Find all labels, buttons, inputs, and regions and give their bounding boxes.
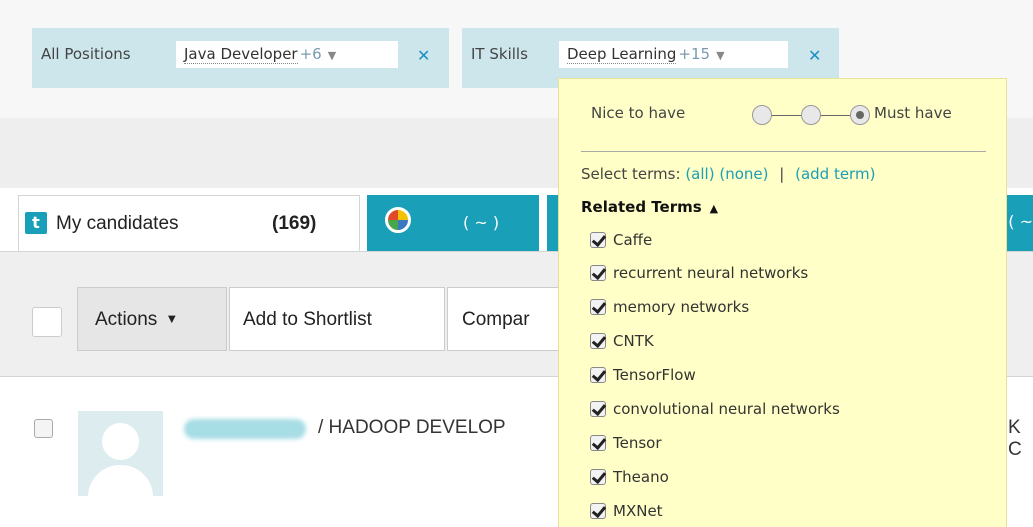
related-terms-header[interactable]: Related Terms ▲ [581, 198, 718, 216]
candidate-name-redacted[interactable] [184, 419, 306, 439]
checkbox-checked[interactable] [590, 265, 606, 281]
add-term-link[interactable]: (add term) [795, 165, 875, 183]
filter-count: +15 [678, 45, 711, 63]
term-item[interactable]: CNTK [590, 332, 654, 350]
term-label: recurrent neural networks [613, 264, 809, 282]
compare-label: Compar [462, 309, 530, 330]
importance-option-nice[interactable] [752, 105, 772, 125]
checkbox-checked[interactable] [590, 333, 606, 349]
shortlist-label: Add to Shortlist [243, 309, 372, 330]
avatar-head [102, 423, 139, 460]
filter-chip-positions: All Positions Java Developer +6 ▼ ✕ [32, 28, 449, 88]
select-all-link[interactable]: (all) [685, 165, 714, 183]
term-item[interactable]: Tensor [590, 434, 662, 452]
term-item[interactable]: convolutional neural networks [590, 400, 840, 418]
term-label: Theano [613, 468, 669, 486]
select-all-checkbox[interactable] [32, 307, 62, 337]
tab-count: ( ~ [1008, 212, 1033, 231]
compare-button[interactable]: Compar [447, 287, 567, 351]
filter-label: IT Skills [471, 45, 528, 63]
caret-down-icon: ▼ [716, 49, 725, 62]
term-item[interactable]: recurrent neural networks [590, 264, 808, 282]
filter-count: +6 [299, 45, 322, 63]
term-label: CNTK [613, 332, 654, 350]
close-icon[interactable]: ✕ [417, 46, 430, 65]
filter-value: Deep Learning [567, 45, 677, 64]
actions-button[interactable]: Actions ▼ [77, 287, 227, 351]
term-label: TensorFlow [613, 366, 696, 384]
talent-icon: t [25, 212, 47, 234]
term-label: MXNet [613, 502, 663, 520]
avatar-body [88, 465, 153, 496]
skill-filter-popup: Nice to have Must have Select terms: (al… [558, 78, 1007, 527]
term-label: memory networks [613, 298, 750, 316]
select-none-link[interactable]: (none) [719, 165, 768, 183]
actions-label: Actions [95, 309, 158, 330]
term-item[interactable]: memory networks [590, 298, 749, 316]
tab-count: (169) [272, 213, 317, 234]
avatar [78, 411, 163, 496]
checkbox-checked[interactable] [590, 367, 606, 383]
tab-source-2[interactable]: ( ~ ) [367, 195, 539, 251]
checkbox-checked[interactable] [590, 503, 606, 519]
checkbox-checked[interactable] [590, 435, 606, 451]
caret-down-icon: ▼ [165, 311, 179, 326]
checkbox-checked[interactable] [590, 401, 606, 417]
related-terms-label: Related Terms [581, 198, 702, 216]
row-checkbox[interactable] [34, 419, 53, 438]
add-to-shortlist-button[interactable]: Add to Shortlist [229, 287, 445, 351]
tab-count: ( ~ ) [463, 213, 500, 232]
caret-up-icon: ▲ [709, 202, 719, 215]
candidate-title-tail: K C [1008, 417, 1022, 460]
filter-label: All Positions [41, 45, 131, 63]
term-label: Caffe [613, 231, 653, 249]
checkbox-checked[interactable] [590, 232, 606, 248]
filter-value-dropdown[interactable]: Deep Learning +15 ▼ [559, 41, 788, 68]
checkbox-checked[interactable] [590, 299, 606, 315]
tab-label: My candidates [56, 213, 179, 234]
term-label: convolutional neural networks [613, 400, 840, 418]
term-item[interactable]: MXNet [590, 502, 663, 520]
filter-value: Java Developer [184, 45, 298, 64]
divider [581, 151, 986, 152]
term-item[interactable]: TensorFlow [590, 366, 696, 384]
checkbox-checked[interactable] [590, 469, 606, 485]
importance-option-mid[interactable] [801, 105, 821, 125]
select-terms-row: Select terms: (all) (none) | (add term) [581, 165, 875, 183]
term-item[interactable]: Caffe [590, 231, 652, 249]
candidate-title: / HADOOP DEVELOP [318, 417, 506, 438]
tab-my-candidates[interactable]: t My candidates (169) [18, 195, 360, 251]
filter-value-dropdown[interactable]: Java Developer +6 ▼ [176, 41, 398, 68]
separator: | [779, 165, 785, 183]
term-label: Tensor [613, 434, 662, 452]
nice-to-have-label: Nice to have [591, 104, 686, 122]
close-icon[interactable]: ✕ [808, 46, 821, 65]
select-terms-label: Select terms: [581, 165, 681, 183]
term-item[interactable]: Theano [590, 468, 669, 486]
importance-option-must[interactable] [850, 105, 870, 125]
caret-down-icon: ▼ [327, 49, 337, 62]
must-have-label: Must have [874, 104, 952, 122]
source-logo-icon [385, 207, 411, 233]
